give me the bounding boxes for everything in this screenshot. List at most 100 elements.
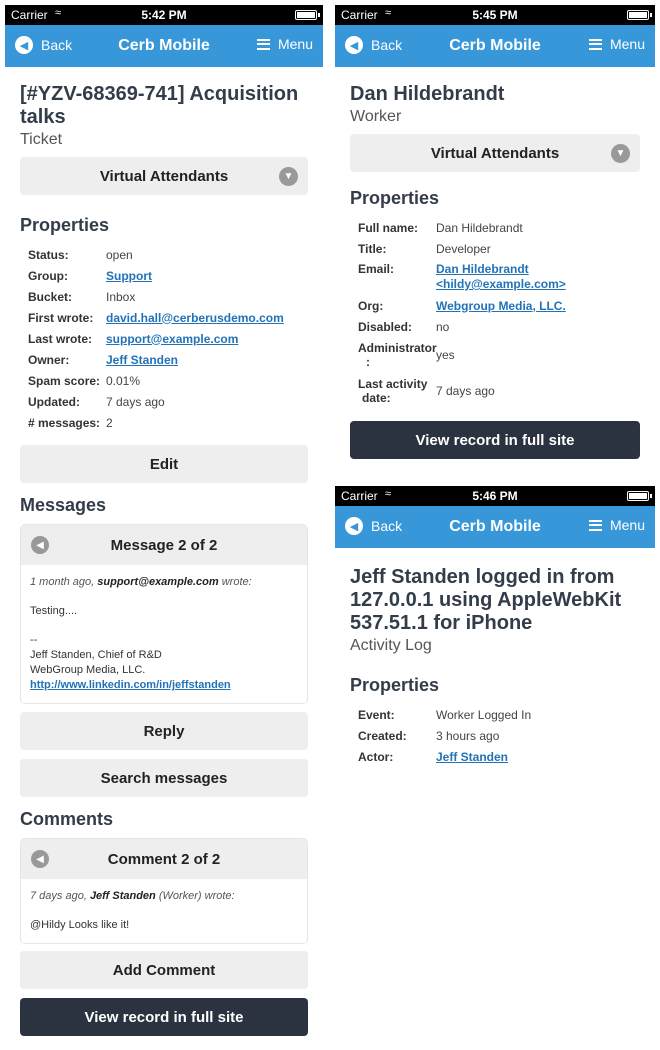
signature-dash: --	[30, 634, 38, 646]
worker-screen: Carrier ≈ 5:45 PM ◀ Back Cerb Mobile Men…	[335, 5, 655, 475]
property-label: Last wrote:	[28, 331, 93, 346]
org-link[interactable]: Webgroup Media, LLC.	[436, 299, 566, 313]
properties-heading: Properties	[20, 215, 110, 235]
property-row: Owner: Jeff Standen	[20, 349, 308, 370]
menu-button[interactable]: Menu	[588, 517, 645, 533]
edit-button[interactable]: Edit	[20, 445, 308, 483]
property-row: Group: Support	[20, 265, 308, 286]
property-value: Dan Hildebrandt	[436, 220, 523, 235]
property-value: 0.01%	[106, 373, 141, 388]
back-button[interactable]: ◀ Back	[15, 36, 72, 54]
message-counter: Message 2 of 2	[110, 536, 218, 554]
properties-list: Event: Worker Logged In Created: 3 hours…	[350, 704, 640, 767]
message-meta: 1 month ago, support@example.com wrote:	[30, 575, 298, 590]
property-row: Updated: 7 days ago	[20, 391, 308, 412]
reply-button[interactable]: Reply	[20, 712, 308, 750]
comment-counter: Comment 2 of 2	[107, 850, 221, 868]
owner-link[interactable]: Jeff Standen	[106, 353, 178, 367]
property-value: no	[436, 319, 450, 334]
property-label: Title:	[358, 241, 387, 256]
add-comment-button[interactable]: Add Comment	[20, 951, 308, 989]
property-row: Title: Developer	[350, 238, 640, 259]
property-label: Email:	[358, 262, 395, 276]
first-wrote-link[interactable]: david.hall@cerberusdemo.com	[106, 311, 284, 325]
record-title: [#YZV-68369-741] Acquisition talks	[20, 83, 299, 128]
record-type: Activity Log	[350, 637, 432, 654]
menu-label: Menu	[609, 517, 645, 533]
email-link[interactable]: Dan Hildebrandt <hildy@example.com>	[436, 262, 566, 291]
signature-link[interactable]: http://www.linkedin.com/in/jeffstanden	[30, 679, 231, 691]
property-row: # messages: 2	[20, 412, 308, 433]
property-row: Event: Worker Logged In	[350, 704, 640, 725]
comment-author: Jeff Standen	[89, 890, 156, 902]
menu-button[interactable]: Menu	[256, 36, 313, 52]
property-value: yes	[436, 348, 455, 362]
property-row: Administrator : yes	[350, 337, 640, 373]
virtual-attendants-button[interactable]: Virtual Attendants ▼	[20, 157, 308, 195]
message-body: 1 month ago, support@example.com wrote: …	[21, 565, 307, 703]
property-value: open	[106, 247, 133, 262]
property-value: 3 hours ago	[436, 728, 500, 743]
properties-list: Status: open Group: Support Bucket: Inbo…	[20, 244, 308, 433]
menu-label: Menu	[277, 36, 313, 52]
virtual-attendants-label: Virtual Attendants	[430, 144, 560, 162]
last-activity-label-date: date:	[362, 391, 391, 405]
nav-bar: ◀ Back Cerb Mobile Menu	[5, 25, 323, 67]
battery-icon	[627, 491, 652, 501]
property-row: First wrote: david.hall@cerberusdemo.com	[20, 307, 308, 328]
message-card: ◀ Message 2 of 2 1 month ago, support@ex…	[20, 524, 308, 704]
previous-arrow-icon[interactable]: ◀	[31, 536, 49, 554]
view-full-site-button[interactable]: View record in full site	[20, 998, 308, 1036]
property-label: Spam score:	[28, 373, 101, 388]
message-time: 1 month ago,	[30, 576, 95, 588]
status-time: 5:42 PM	[141, 8, 187, 22]
property-row: Last activity date: 7 days ago	[350, 373, 640, 409]
back-arrow-icon: ◀	[345, 517, 363, 535]
property-value: Developer	[436, 241, 491, 256]
property-value: Inbox	[106, 289, 136, 304]
property-label: Created:	[358, 728, 407, 743]
comments-heading: Comments	[20, 809, 114, 829]
property-row: Org: Webgroup Media, LLC.	[350, 295, 640, 316]
admin-label-colon: :	[366, 355, 370, 369]
view-full-site-button[interactable]: View record in full site	[350, 421, 640, 459]
back-arrow-icon: ◀	[345, 36, 363, 54]
virtual-attendants-button[interactable]: Virtual Attendants ▼	[350, 134, 640, 172]
virtual-attendants-label: Virtual Attendants	[99, 167, 229, 185]
property-row: Status: open	[20, 244, 308, 265]
back-button[interactable]: ◀ Back	[345, 36, 402, 54]
nav-bar: ◀ Back Cerb Mobile Menu	[335, 25, 655, 67]
record-title: Jeff Standen logged in from 127.0.0.1 us…	[350, 566, 622, 634]
properties-list: Full name: Dan Hildebrandt Title: Develo…	[350, 217, 640, 409]
search-messages-button[interactable]: Search messages	[20, 759, 308, 797]
admin-label-line: Administrator	[358, 341, 437, 355]
last-activity-label-line: Last activity	[358, 377, 428, 391]
back-arrow-icon: ◀	[15, 36, 33, 54]
comment-card-header: ◀ Comment 2 of 2	[21, 839, 307, 879]
property-row: Email: Dan Hildebrandt <hildy@example.co…	[350, 259, 640, 295]
property-row: Created: 3 hours ago	[350, 725, 640, 746]
menu-label: Menu	[609, 36, 645, 52]
property-value: 2	[106, 415, 113, 430]
properties-heading: Properties	[350, 675, 440, 695]
record-type: Ticket	[20, 131, 63, 148]
hamburger-icon	[588, 519, 602, 531]
comment-meta-suffix: (Worker) wrote:	[158, 890, 235, 902]
status-bar: Carrier ≈ 5:42 PM	[5, 5, 323, 25]
property-value: 7 days ago	[436, 384, 495, 398]
property-row: Spam score: 0.01%	[20, 370, 308, 391]
last-wrote-link[interactable]: support@example.com	[106, 332, 238, 346]
record-title: Dan Hildebrandt	[350, 83, 505, 105]
back-button[interactable]: ◀ Back	[345, 517, 402, 535]
property-row: Actor: Jeff Standen	[350, 746, 640, 767]
menu-button[interactable]: Menu	[588, 36, 645, 52]
back-label: Back	[371, 37, 403, 53]
property-value: Worker Logged In	[436, 707, 532, 722]
comment-text: @Hildy Looks like it!	[30, 919, 130, 931]
previous-arrow-icon[interactable]: ◀	[31, 850, 49, 868]
group-link[interactable]: Support	[106, 269, 152, 283]
actor-link[interactable]: Jeff Standen	[436, 750, 508, 764]
property-row: Last wrote: support@example.com	[20, 328, 308, 349]
property-row: Disabled: no	[350, 316, 640, 337]
property-row: Full name: Dan Hildebrandt	[350, 217, 640, 238]
